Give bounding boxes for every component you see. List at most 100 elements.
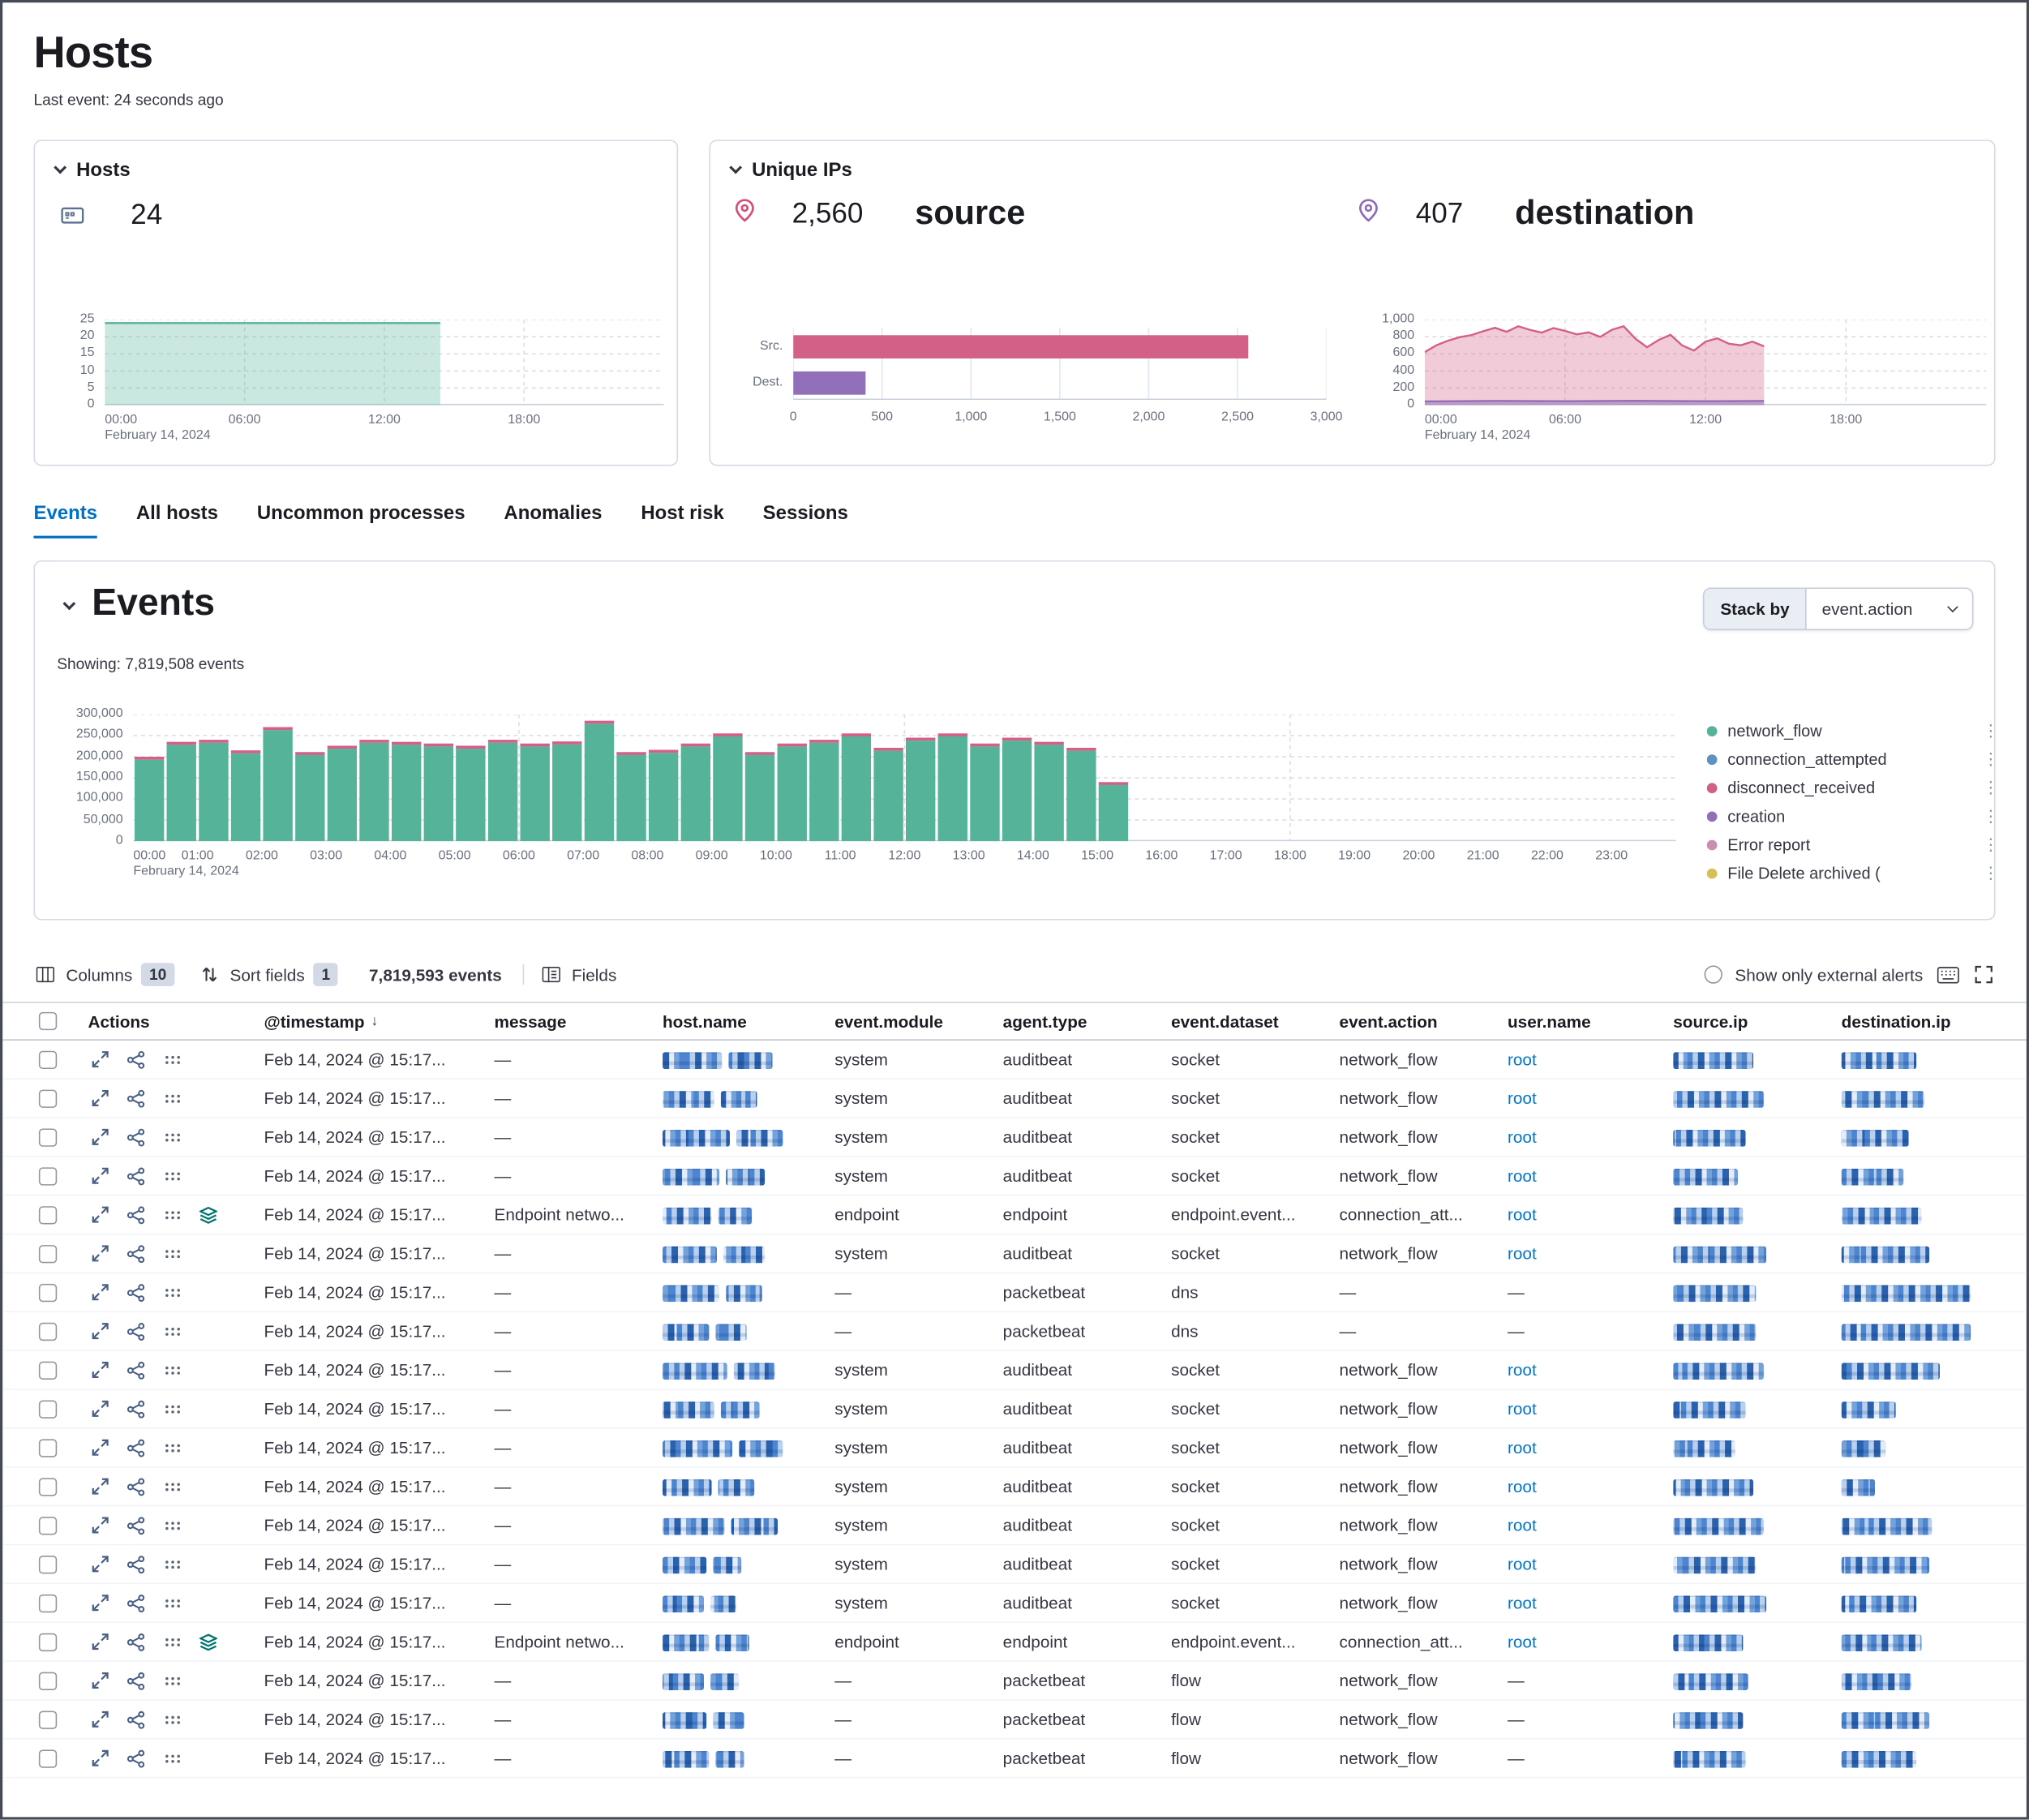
analyze-event-icon[interactable] — [124, 1397, 148, 1421]
tab-uncommon-processes[interactable]: Uncommon processes — [257, 502, 465, 539]
host-name-cell[interactable] — [647, 1438, 819, 1457]
legend-item-menu-icon[interactable]: ⋮ — [1983, 721, 2010, 742]
analyze-event-icon[interactable] — [124, 1669, 148, 1693]
host-name-cell[interactable] — [647, 1477, 819, 1496]
destination-ip-cell[interactable] — [1826, 1360, 2027, 1380]
legend-item-menu-icon[interactable]: ⋮ — [1983, 749, 2010, 770]
more-actions-icon[interactable] — [161, 1436, 184, 1459]
expand-event-icon[interactable] — [88, 1630, 112, 1654]
row-checkbox[interactable] — [39, 1361, 57, 1379]
host-name-cell[interactable] — [647, 1243, 819, 1263]
expand-event-icon[interactable] — [88, 1125, 112, 1148]
more-actions-icon[interactable] — [161, 1591, 184, 1615]
host-name-cell[interactable] — [647, 1127, 819, 1147]
analyze-event-icon[interactable] — [124, 1746, 148, 1770]
expand-event-icon[interactable] — [88, 1203, 112, 1226]
source-ip-cell[interactable] — [1658, 1632, 1825, 1651]
analyze-event-icon[interactable] — [124, 1552, 148, 1576]
row-checkbox[interactable] — [39, 1050, 57, 1068]
more-actions-icon[interactable] — [161, 1087, 184, 1110]
host-name-cell[interactable] — [647, 1749, 819, 1768]
destination-ip-cell[interactable] — [1826, 1050, 2027, 1069]
analyze-event-icon[interactable] — [124, 1359, 148, 1382]
host-name-cell[interactable] — [647, 1671, 819, 1690]
row-checkbox[interactable] — [39, 1477, 57, 1495]
tab-anomalies[interactable]: Anomalies — [504, 502, 602, 539]
chevron-down-icon[interactable] — [729, 161, 742, 174]
row-checkbox[interactable] — [39, 1322, 57, 1340]
host-name-cell[interactable] — [647, 1321, 819, 1341]
analyze-event-icon[interactable] — [124, 1436, 148, 1459]
more-actions-icon[interactable] — [161, 1669, 184, 1693]
column-header-sourceip[interactable]: source.ip — [1658, 1011, 1825, 1031]
more-actions-icon[interactable] — [161, 1397, 184, 1421]
more-actions-icon[interactable] — [161, 1474, 184, 1498]
row-checkbox[interactable] — [39, 1749, 57, 1767]
host-name-cell[interactable] — [647, 1166, 819, 1186]
legend-item-menu-icon[interactable]: ⋮ — [1983, 806, 2010, 827]
more-actions-icon[interactable] — [161, 1164, 184, 1187]
host-name-cell[interactable] — [647, 1050, 819, 1069]
row-checkbox[interactable] — [39, 1244, 57, 1262]
expand-event-icon[interactable] — [88, 1746, 112, 1770]
keyboard-shortcuts-icon[interactable] — [1936, 963, 1959, 986]
row-checkbox[interactable] — [39, 1633, 57, 1650]
more-actions-icon[interactable] — [161, 1708, 184, 1732]
column-header-eventaction[interactable]: event.action — [1323, 1011, 1491, 1031]
row-checkbox[interactable] — [39, 1711, 57, 1728]
destination-ip-cell[interactable] — [1826, 1243, 2027, 1263]
row-checkbox[interactable] — [39, 1167, 57, 1185]
source-ip-cell[interactable] — [1658, 1360, 1825, 1380]
expand-event-icon[interactable] — [88, 1320, 112, 1343]
host-name-cell[interactable] — [647, 1710, 819, 1729]
destination-ip-cell[interactable] — [1826, 1710, 2027, 1729]
analyze-event-icon[interactable] — [124, 1203, 148, 1226]
columns-button[interactable]: Columns 10 — [33, 963, 174, 986]
destination-ip-cell[interactable] — [1826, 1166, 2027, 1186]
chevron-down-icon[interactable] — [54, 161, 66, 174]
select-all-checkbox[interactable] — [39, 1012, 57, 1030]
source-ip-cell[interactable] — [1658, 1749, 1825, 1768]
source-ip-cell[interactable] — [1658, 1282, 1825, 1302]
legend-item[interactable]: network_flow⋮ — [1707, 717, 2010, 745]
destination-ip-cell[interactable] — [1826, 1593, 2027, 1612]
column-header-agenttype[interactable]: agent.type — [988, 1011, 1156, 1031]
row-checkbox[interactable] — [39, 1089, 57, 1107]
source-ip-cell[interactable] — [1658, 1593, 1825, 1612]
row-checkbox[interactable] — [39, 1439, 57, 1457]
destination-ip-cell[interactable] — [1826, 1088, 2027, 1108]
row-checkbox[interactable] — [39, 1128, 57, 1146]
expand-event-icon[interactable] — [88, 1591, 112, 1615]
expand-event-icon[interactable] — [88, 1552, 112, 1576]
source-ip-cell[interactable] — [1658, 1516, 1825, 1535]
destination-ip-cell[interactable] — [1826, 1205, 2027, 1225]
column-header-username[interactable]: user.name — [1492, 1011, 1658, 1031]
expand-event-icon[interactable] — [88, 1513, 112, 1537]
user-name-value[interactable]: root — [1508, 1127, 1537, 1147]
host-name-cell[interactable] — [647, 1282, 819, 1302]
more-actions-icon[interactable] — [161, 1125, 184, 1148]
user-name-value[interactable]: root — [1508, 1632, 1537, 1651]
source-ip-cell[interactable] — [1658, 1050, 1825, 1069]
row-checkbox[interactable] — [39, 1555, 57, 1573]
events-histogram[interactable]: 050,000100,000150,000200,000250,000300,0… — [35, 562, 1994, 919]
source-ip-cell[interactable] — [1658, 1166, 1825, 1186]
host-name-cell[interactable] — [647, 1632, 819, 1651]
more-actions-icon[interactable] — [161, 1203, 184, 1226]
destination-ip-cell[interactable] — [1826, 1516, 2027, 1535]
more-actions-icon[interactable] — [161, 1513, 184, 1537]
more-actions-icon[interactable] — [161, 1242, 184, 1265]
expand-event-icon[interactable] — [88, 1436, 112, 1459]
source-ip-cell[interactable] — [1658, 1671, 1825, 1690]
column-header-message[interactable]: message — [478, 1011, 646, 1031]
destination-ip-cell[interactable] — [1826, 1477, 2027, 1496]
user-name-value[interactable]: root — [1508, 1243, 1537, 1263]
row-checkbox[interactable] — [39, 1672, 57, 1689]
legend-item[interactable]: Error report⋮ — [1707, 831, 2010, 859]
user-name-value[interactable]: root — [1508, 1166, 1537, 1186]
sort-fields-button[interactable]: Sort fields 1 — [198, 963, 338, 986]
more-actions-icon[interactable] — [161, 1320, 184, 1343]
user-name-value[interactable]: root — [1508, 1088, 1537, 1108]
analyze-event-icon[interactable] — [124, 1164, 148, 1187]
user-name-value[interactable]: root — [1508, 1477, 1537, 1496]
